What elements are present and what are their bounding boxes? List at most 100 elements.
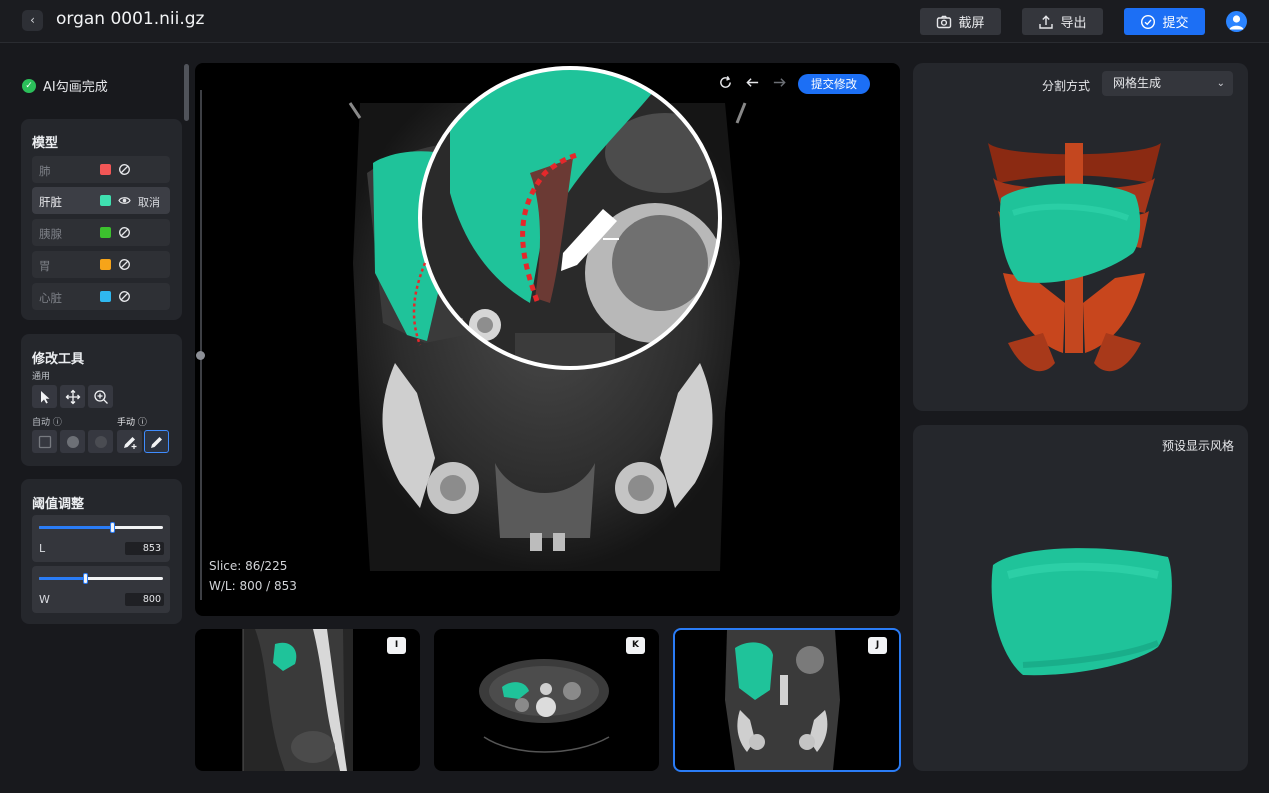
threshold-panel-title: 阈值调整: [32, 497, 85, 512]
refresh-icon[interactable]: [718, 75, 733, 90]
axial-thumbnail[interactable]: K: [434, 629, 659, 771]
submit-edit-button[interactable]: 提交修改: [798, 74, 870, 94]
tools-panel: 修改工具 通用 自动 ⓘ 手动 ⓘ: [21, 334, 182, 466]
general-label: 通用: [32, 372, 51, 382]
move-icon: [65, 389, 80, 404]
width-control: W 800: [32, 566, 170, 613]
pencil-icon: [150, 436, 162, 448]
hidden-icon[interactable]: [118, 290, 131, 303]
pencil-plus-icon: [123, 436, 136, 449]
hidden-icon[interactable]: [118, 226, 131, 239]
color-swatch[interactable]: [100, 259, 111, 270]
camera-icon: [937, 15, 952, 28]
select-tool-button[interactable]: [32, 385, 57, 408]
ct-coronal-image[interactable]: [195, 63, 900, 616]
file-title: organ 0001.nii.gz: [56, 9, 205, 29]
model-name: 肝脏: [39, 195, 62, 209]
pen-edit-tool-button[interactable]: [144, 430, 169, 453]
submit-button[interactable]: 提交: [1124, 8, 1205, 35]
model-item-pancreas[interactable]: 胰腺: [32, 219, 170, 246]
slice-info: Slice: 86/225 W/L: 800 / 853: [209, 556, 297, 596]
avatar[interactable]: [1226, 11, 1247, 32]
model-name: 胰腺: [39, 227, 62, 241]
model-name: 胃: [39, 259, 51, 273]
width-slider-fill: [39, 577, 85, 580]
square-icon: [38, 435, 51, 448]
circle-icon: [94, 435, 107, 448]
color-swatch[interactable]: [100, 227, 111, 238]
viewer-toolbar: [718, 75, 787, 90]
view-tag-axial: K: [626, 637, 645, 654]
auto-rect-tool-button[interactable]: [32, 430, 57, 453]
circle-icon: [66, 435, 79, 448]
slice-slider[interactable]: [200, 90, 202, 600]
ai-status: ✓ AI勾画完成: [22, 76, 108, 95]
export-button[interactable]: 导出: [1022, 8, 1103, 35]
check-circle-icon: [1141, 14, 1156, 29]
width-input[interactable]: 800: [125, 593, 164, 606]
auto-brush-tool-button[interactable]: [60, 430, 85, 453]
model-item-liver[interactable]: 肝脏 取消: [32, 187, 170, 214]
view-tag-coronal: J: [868, 637, 887, 654]
3d-liver-render: [991, 548, 1172, 676]
upload-icon: [1039, 14, 1054, 29]
auto-label: 自动 ⓘ: [32, 418, 62, 428]
left-panel-scrollbar[interactable]: [184, 64, 189, 121]
sagittal-thumbnail[interactable]: I: [195, 629, 420, 771]
model-name: 肺: [39, 164, 51, 178]
window-level-text: W/L: 800 / 853: [209, 579, 297, 593]
user-icon: [1229, 15, 1244, 30]
pan-tool-button[interactable]: [60, 385, 85, 408]
top-bar: ‹ organ 0001.nii.gz 截屏 导出 提交: [0, 0, 1269, 43]
screenshot-button[interactable]: 截屏: [920, 8, 1001, 35]
submit-label: 提交: [1162, 16, 1189, 31]
level-label: L: [39, 542, 46, 555]
level-control: L 853: [32, 515, 170, 562]
screenshot-label: 截屏: [958, 16, 985, 31]
model-item-heart[interactable]: 心脏: [32, 283, 170, 310]
level-slider-fill: [39, 526, 113, 529]
cancel-link[interactable]: 取消: [138, 194, 160, 210]
level-slider[interactable]: [39, 522, 163, 533]
model-item-lung[interactable]: 肺: [32, 156, 170, 183]
hidden-icon[interactable]: [118, 163, 131, 176]
chevron-left-icon: ‹: [30, 13, 35, 27]
back-button[interactable]: ‹: [22, 10, 43, 31]
color-swatch[interactable]: [100, 195, 111, 206]
width-slider-thumb[interactable]: [82, 573, 88, 584]
help-icon[interactable]: ⓘ: [138, 418, 147, 428]
ai-status-text: AI勾画完成: [43, 80, 108, 95]
model-panel: 模型 肺 肝脏 取消 胰腺 胃 心脏: [21, 119, 182, 320]
3d-organ-panel[interactable]: 预设显示风格: [913, 425, 1248, 771]
hidden-icon[interactable]: [118, 258, 131, 271]
ct-coronal-thumb-image: [725, 630, 840, 770]
manual-label: 手动 ⓘ: [117, 418, 147, 428]
cursor-icon: [40, 390, 49, 403]
width-label: W: [39, 593, 50, 606]
model-panel-title: 模型: [32, 136, 59, 151]
color-swatch[interactable]: [100, 164, 111, 175]
pen-add-tool-button[interactable]: [117, 430, 142, 453]
coronal-thumbnail[interactable]: J: [673, 628, 901, 772]
export-label: 导出: [1060, 16, 1087, 31]
zoom-in-icon: [93, 389, 108, 404]
auto-eraser-tool-button[interactable]: [88, 430, 113, 453]
model-item-stomach[interactable]: 胃: [32, 251, 170, 278]
view-tag-sagittal: I: [387, 637, 406, 654]
level-slider-thumb[interactable]: [110, 522, 116, 533]
color-swatch[interactable]: [100, 291, 111, 302]
main-ct-viewer[interactable]: [195, 63, 900, 616]
3d-render-panel[interactable]: 分割方式 网格生成 ⌄: [913, 63, 1248, 411]
help-icon[interactable]: ⓘ: [53, 418, 62, 428]
3d-skeleton-render: [988, 143, 1161, 372]
zoom-tool-button[interactable]: [88, 385, 113, 408]
check-icon: ✓: [22, 78, 36, 93]
eye-icon[interactable]: [118, 194, 131, 207]
redo-arrow-icon[interactable]: [772, 75, 787, 90]
model-name: 心脏: [39, 291, 62, 305]
width-slider[interactable]: [39, 573, 163, 584]
tools-panel-title: 修改工具: [32, 352, 85, 367]
level-input[interactable]: 853: [125, 542, 164, 555]
undo-arrow-icon[interactable]: [745, 75, 760, 90]
threshold-panel: 阈值调整 L 853 W 800: [21, 479, 182, 624]
